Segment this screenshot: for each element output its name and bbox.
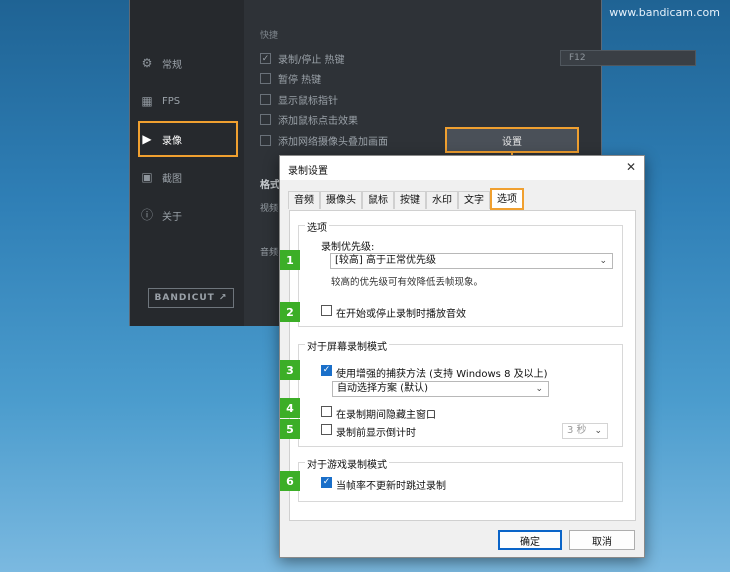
info-icon: ⓘ bbox=[140, 208, 153, 222]
checkbox[interactable]: ✓ bbox=[260, 52, 271, 64]
checkbox[interactable] bbox=[260, 113, 271, 125]
option-label: 显示鼠标指针 bbox=[278, 95, 338, 107]
format-label: 格式 bbox=[260, 180, 280, 191]
priority-select[interactable]: [较高] 高于正常优先级 ⌄ bbox=[330, 253, 613, 269]
bandicut-logo[interactable]: BANDICUT ↗ bbox=[148, 288, 234, 308]
video-icon: ▶ bbox=[142, 132, 152, 146]
gear-icon: ⚙ bbox=[141, 56, 153, 70]
option-show-cursor[interactable]: 显示鼠标指针 bbox=[260, 92, 338, 107]
tab-text[interactable]: 文字 bbox=[458, 191, 490, 209]
step-badge-6: 6 bbox=[280, 471, 300, 491]
option-label: 添加网络摄像头叠加画面 bbox=[278, 136, 388, 148]
group-game-mode: 对于游戏录制模式 ✓ 当帧率不更新时跳过录制 bbox=[298, 456, 623, 502]
fps-icon: ▦ bbox=[141, 94, 153, 108]
checkbox[interactable] bbox=[260, 72, 271, 84]
skip-recording-checkbox[interactable]: ✓ bbox=[321, 477, 332, 488]
chevron-down-icon: ⌄ bbox=[535, 384, 543, 394]
option-label: 添加鼠标点击效果 bbox=[278, 115, 358, 127]
sidebar-item-label: FPS bbox=[162, 95, 181, 107]
group-options: 选项 录制优先级: [较高] 高于正常优先级 ⌄ 较高的优先级可有效降低丢帧现象… bbox=[298, 219, 623, 327]
option-record-hotkey[interactable]: ✓ 录制/停止 热键 bbox=[260, 51, 345, 66]
option-pause-hotkey[interactable]: 暂停 热键 bbox=[260, 71, 322, 86]
step-badge-2: 2 bbox=[280, 302, 300, 322]
dialog-tabs: 音频 摄像头 鼠标 按键 水印 文字 选项 bbox=[288, 188, 524, 210]
hotkey-field[interactable]: F12 bbox=[560, 50, 696, 66]
tab-mouse[interactable]: 鼠标 bbox=[362, 191, 394, 209]
options-panel: 选项 录制优先级: [较高] 高于正常优先级 ⌄ 较高的优先级可有效降低丢帧现象… bbox=[289, 210, 636, 521]
hide-window-label: 在录制期间隐藏主窗口 bbox=[336, 410, 436, 421]
ok-button[interactable]: 确定 bbox=[498, 530, 562, 550]
sidebar-item-label: 关于 bbox=[162, 211, 182, 223]
group-screen-mode: 对于屏幕录制模式 ✓ 使用增强的捕获方法 (支持 Windows 8 及以上) … bbox=[298, 338, 623, 447]
tab-keys[interactable]: 按键 bbox=[394, 191, 426, 209]
play-sound-label: 在开始或停止录制时播放音效 bbox=[336, 309, 466, 320]
countdown-label: 录制前显示倒计时 bbox=[336, 428, 416, 439]
dialog-titlebar: 录制设置 ✕ bbox=[280, 156, 644, 180]
sidebar: ⚙ 常规 ▦ FPS ▶ 录像 ▣ 截图 ⓘ 关于 BANDICUT ↗ bbox=[130, 0, 244, 326]
checkbox[interactable] bbox=[260, 93, 271, 105]
tab-audio[interactable]: 音频 bbox=[288, 191, 320, 209]
countdown-value: 3 秒 bbox=[567, 425, 587, 436]
sidebar-item-screenshot[interactable]: ▣ 截图 bbox=[140, 162, 236, 192]
countdown-select[interactable]: 3 秒 ⌄ bbox=[562, 423, 608, 439]
chevron-down-icon: ⌄ bbox=[594, 426, 602, 436]
capture-method-select[interactable]: 自动选择方案 (默认) ⌄ bbox=[332, 381, 549, 397]
play-sound-checkbox[interactable] bbox=[321, 305, 332, 316]
option-label: 录制/停止 热键 bbox=[278, 54, 345, 66]
step-badge-5: 5 bbox=[280, 419, 300, 439]
capture-method-value: 自动选择方案 (默认) bbox=[337, 383, 428, 394]
priority-label: 录制优先级: bbox=[321, 242, 375, 253]
logo-text: BANDICUT bbox=[154, 293, 215, 303]
chevron-down-icon: ⌄ bbox=[599, 256, 607, 266]
sidebar-item-about[interactable]: ⓘ 关于 bbox=[140, 200, 236, 230]
sidebar-item-label: 常规 bbox=[162, 59, 182, 71]
image-icon: ▣ bbox=[141, 170, 153, 184]
option-click-effect[interactable]: 添加鼠标点击效果 bbox=[260, 112, 358, 127]
record-settings-dialog: 录制设置 ✕ 音频 摄像头 鼠标 按键 水印 文字 选项 选项 录制优先级: [… bbox=[279, 155, 645, 558]
priority-note: 较高的优先级可有效降低丢帧现象。 bbox=[331, 277, 484, 288]
step-badge-1: 1 bbox=[280, 250, 300, 270]
audio-label: 音频 bbox=[260, 248, 279, 258]
sidebar-item-label: 截图 bbox=[162, 173, 182, 185]
priority-value: [较高] 高于正常优先级 bbox=[335, 255, 436, 266]
step-badge-4: 4 bbox=[280, 398, 300, 418]
group-title: 对于屏幕录制模式 bbox=[305, 338, 389, 353]
settings-button[interactable]: 设置 bbox=[445, 127, 579, 153]
group-title: 选项 bbox=[305, 219, 329, 234]
tab-webcam[interactable]: 摄像头 bbox=[320, 191, 362, 209]
tab-watermark[interactable]: 水印 bbox=[426, 191, 458, 209]
cancel-button[interactable]: 取消 bbox=[569, 530, 635, 550]
group-title: 对于游戏录制模式 bbox=[305, 456, 389, 471]
skip-recording-label: 当帧率不更新时跳过录制 bbox=[336, 481, 446, 492]
checkbox[interactable] bbox=[260, 134, 271, 146]
sidebar-item-general[interactable]: ⚙ 常规 bbox=[140, 48, 236, 78]
sidebar-item-fps[interactable]: ▦ FPS bbox=[140, 86, 236, 116]
section-hotkey: 快捷 bbox=[260, 31, 279, 41]
step-badge-3: 3 bbox=[280, 360, 300, 380]
option-webcam-overlay[interactable]: 添加网络摄像头叠加画面 bbox=[260, 133, 388, 148]
dialog-title: 录制设置 bbox=[288, 166, 328, 177]
enhanced-capture-label: 使用增强的捕获方法 (支持 Windows 8 及以上) bbox=[336, 369, 548, 380]
countdown-checkbox[interactable] bbox=[321, 424, 332, 435]
hide-window-checkbox[interactable] bbox=[321, 406, 332, 417]
sidebar-item-label: 录像 bbox=[162, 135, 182, 147]
option-label: 暂停 热键 bbox=[278, 74, 322, 86]
tab-options[interactable]: 选项 bbox=[490, 188, 524, 210]
enhanced-capture-checkbox[interactable]: ✓ bbox=[321, 365, 332, 376]
watermark: www.bandicam.com bbox=[609, 6, 720, 19]
sidebar-item-video[interactable]: ▶ 录像 bbox=[138, 121, 238, 157]
close-icon[interactable]: ✕ bbox=[626, 160, 636, 174]
video-label: 视频 bbox=[260, 204, 279, 214]
